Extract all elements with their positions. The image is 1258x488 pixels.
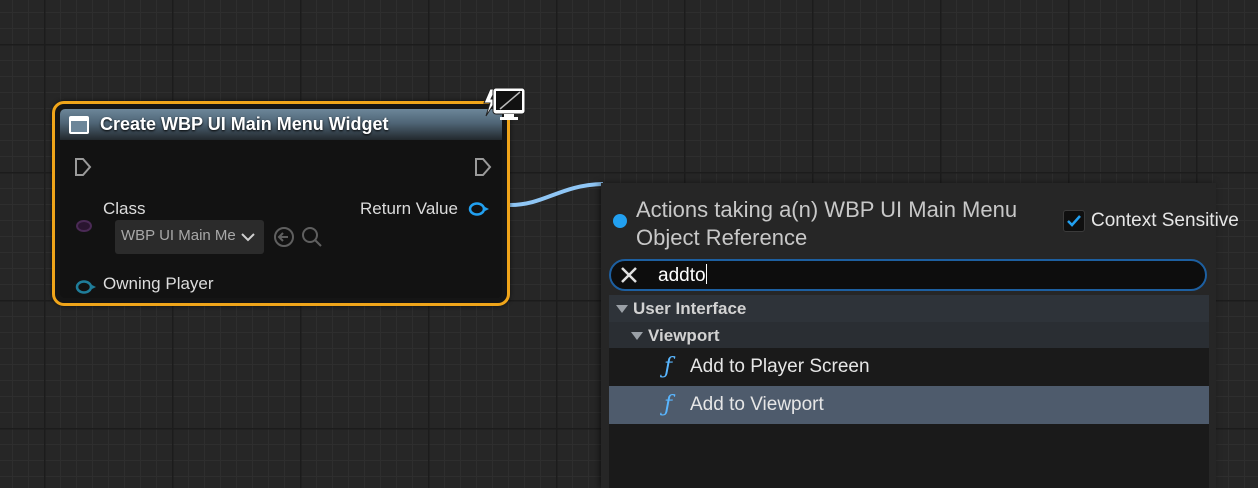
expand-arrow-icon bbox=[616, 305, 628, 313]
node-header[interactable]: Create WBP UI Main Menu Widget bbox=[60, 109, 502, 140]
list-item-label: Add to Viewport bbox=[690, 394, 824, 415]
action-menu: Actions taking a(n) WBP UI Main Menu Obj… bbox=[601, 183, 1239, 488]
return-value-pin-icon[interactable] bbox=[468, 201, 490, 217]
search-box[interactable]: addto bbox=[609, 259, 1207, 291]
list-item[interactable]: ƒ Add to Player Screen bbox=[609, 348, 1209, 386]
search-input[interactable]: addto bbox=[658, 264, 707, 287]
arrow-left-icon[interactable] bbox=[272, 225, 296, 249]
object-reference-dot-icon bbox=[613, 214, 627, 228]
context-sensitive-checkbox[interactable] bbox=[1063, 210, 1085, 232]
search-icon[interactable] bbox=[300, 225, 324, 249]
context-sensitive-label[interactable]: Context Sensitive bbox=[1091, 210, 1239, 232]
class-label: Class bbox=[103, 199, 146, 218]
category-label: User Interface bbox=[633, 299, 747, 318]
function-icon: ƒ bbox=[664, 354, 673, 379]
results-list[interactable]: User Interface Viewport ƒ Add to Player … bbox=[609, 295, 1209, 488]
class-pin-icon[interactable] bbox=[75, 219, 93, 233]
monitor-icon bbox=[483, 87, 526, 120]
return-value-label: Return Value bbox=[360, 199, 458, 218]
chevron-down-icon bbox=[241, 233, 255, 242]
clear-search-icon[interactable] bbox=[619, 265, 639, 285]
checkmark-icon bbox=[1067, 215, 1081, 227]
widget-icon bbox=[69, 116, 89, 134]
owning-player-label: Owning Player bbox=[103, 274, 214, 293]
expand-arrow-icon bbox=[631, 332, 643, 340]
owning-player-pin-icon[interactable] bbox=[75, 279, 97, 295]
subcategory-label: Viewport bbox=[648, 326, 720, 345]
search-input-value: addto bbox=[658, 265, 706, 286]
category-user-interface[interactable]: User Interface bbox=[609, 295, 1209, 322]
class-dropdown[interactable]: WBP UI Main Menu bbox=[115, 220, 264, 254]
list-item-label: Add to Player Screen bbox=[690, 356, 870, 377]
exec-out-icon[interactable] bbox=[474, 157, 492, 177]
function-icon: ƒ bbox=[664, 392, 673, 417]
class-dropdown-value: WBP UI Main Menu bbox=[121, 227, 235, 244]
action-menu-title: Actions taking a(n) WBP UI Main Menu Obj… bbox=[636, 197, 1018, 250]
exec-in-icon[interactable] bbox=[74, 157, 92, 177]
node-title: Create WBP UI Main Menu Widget bbox=[100, 114, 389, 134]
create-widget-node[interactable]: Create WBP UI Main Menu Widget Class WBP… bbox=[52, 101, 510, 306]
list-item-selected[interactable]: ƒ Add to Viewport bbox=[609, 386, 1209, 424]
category-viewport[interactable]: Viewport bbox=[609, 322, 1209, 348]
